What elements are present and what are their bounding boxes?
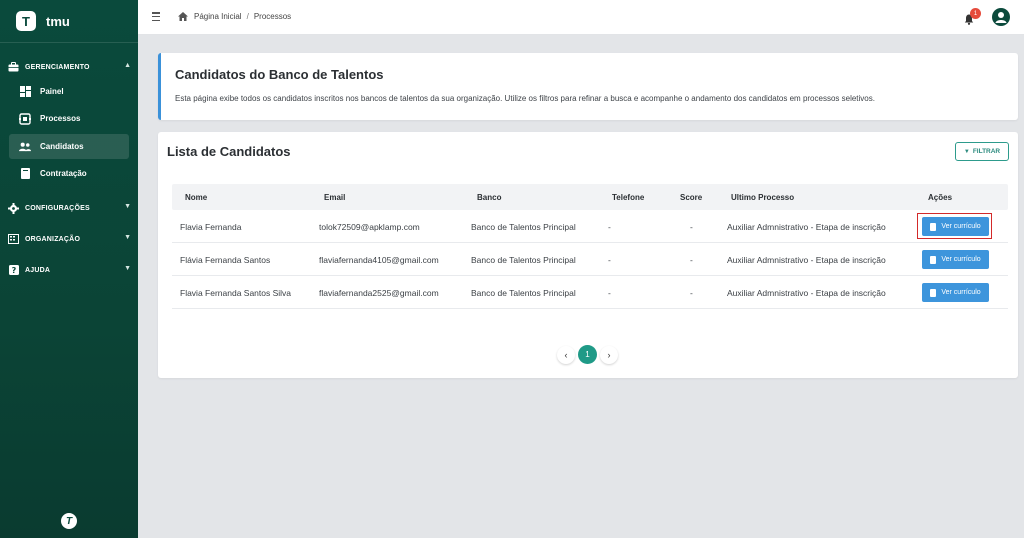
column-header-telefone: Telefone — [612, 193, 645, 202]
gear-icon — [8, 202, 19, 214]
pagination-page-current[interactable]: 1 — [578, 345, 597, 364]
breadcrumb: Página Inicial / Processos — [178, 12, 291, 21]
cell-score: - — [690, 255, 693, 265]
file-icon — [930, 288, 937, 297]
page-title: Candidatos do Banco de Talentos — [175, 67, 384, 82]
brand[interactable]: T tmu — [16, 10, 70, 32]
footer-logo: T — [61, 513, 77, 529]
chevron-down-icon: ▼ — [124, 265, 131, 272]
breadcrumb-separator: / — [246, 12, 249, 21]
candidates-card: Lista de Candidatos ▼ FILTRAR Nome Email… — [158, 132, 1018, 378]
cell-banco: Banco de Talentos Principal — [471, 288, 576, 298]
sidebar-item-label: Painel — [40, 87, 64, 96]
briefcase-icon — [8, 62, 19, 73]
sidebar-section-gerenciamento[interactable]: GERENCIAMENTO ▲ — [0, 57, 138, 77]
filter-button-label: FILTRAR — [972, 148, 1001, 155]
brand-logo: T — [16, 11, 36, 31]
chevron-down-icon: ▼ — [124, 234, 131, 241]
ver-curriculo-label: Ver currículo — [941, 223, 981, 230]
info-card: Candidatos do Banco de Talentos Esta pág… — [158, 53, 1018, 120]
users-icon — [19, 141, 31, 153]
ver-curriculo-label: Ver currículo — [941, 256, 981, 263]
sidebar-item-candidatos[interactable]: Candidatos — [9, 134, 129, 159]
sidebar-section-label: ORGANIZAÇÃO — [25, 235, 81, 243]
cell-email: flaviafernanda2525@gmail.com — [319, 288, 439, 298]
sidebar-item-label: Candidatos — [40, 142, 84, 151]
sidebar-item-label: Contratação — [40, 169, 87, 178]
sidebar-section-label: AJUDA — [25, 266, 51, 274]
sidebar-section-label: GERENCIAMENTO — [25, 63, 90, 71]
cell-processo: Auxiliar Admnistrativo - Etapa de inscri… — [727, 288, 886, 298]
cell-telefone: - — [608, 222, 611, 232]
user-icon — [995, 12, 1007, 23]
column-header-processo: Ultimo Processo — [731, 193, 795, 202]
cell-nome: Flavia Fernanda — [180, 222, 242, 232]
cell-processo: Auxiliar Admnistrativo - Etapa de inscri… — [727, 255, 886, 265]
sidebar-section-configuracoes[interactable]: CONFIGURAÇÕES ▼ — [0, 198, 138, 218]
sidebar-divider — [0, 42, 138, 43]
sidebar: T tmu GERENCIAMENTO ▲ Painel Processos C… — [0, 0, 138, 538]
building-icon — [8, 234, 19, 245]
breadcrumb-home[interactable]: Página Inicial — [194, 12, 242, 21]
cell-email: flaviafernanda4105@gmail.com — [319, 255, 439, 265]
sidebar-item-painel[interactable]: Painel — [9, 79, 129, 104]
column-header-banco: Banco — [477, 193, 502, 202]
brand-name: tmu — [46, 13, 70, 29]
column-header-acoes: Ações — [928, 193, 953, 202]
ver-curriculo-button[interactable]: Ver currículo — [922, 250, 989, 269]
ver-curriculo-label: Ver currículo — [941, 289, 981, 296]
table-row: Flavia Fernanda tolok72509@apklamp.com B… — [172, 210, 1008, 243]
page-description: Esta página exibe todos os candidatos in… — [175, 94, 875, 103]
cell-telefone: - — [608, 288, 611, 298]
filter-icon: ▼ — [963, 148, 970, 155]
cell-nome: Flavia Fernanda Santos Silva — [180, 288, 292, 298]
sidebar-item-processos[interactable]: Processos — [9, 106, 129, 131]
user-avatar[interactable] — [992, 8, 1010, 26]
dashboard-icon — [19, 86, 31, 98]
candidates-table: Nome Email Banco Telefone Score Ultimo P… — [172, 184, 1008, 309]
table-row: Flavia Fernanda Santos Silva flaviaferna… — [172, 276, 1008, 309]
cell-processo: Auxiliar Admnistrativo - Etapa de inscri… — [727, 222, 886, 232]
file-icon — [930, 222, 937, 231]
column-header-email: Email — [324, 193, 346, 202]
cell-score: - — [690, 222, 693, 232]
topbar: Página Inicial / Processos 1 — [138, 0, 1024, 35]
filter-button[interactable]: ▼ FILTRAR — [955, 142, 1009, 161]
sidebar-section-organizacao[interactable]: ORGANIZAÇÃO ▼ — [0, 229, 138, 249]
column-header-score: Score — [680, 193, 703, 202]
pagination-prev-button[interactable]: ‹ — [557, 345, 575, 364]
processes-icon — [19, 112, 31, 125]
cell-telefone: - — [608, 255, 611, 265]
pagination-next-button[interactable]: › — [600, 345, 618, 364]
table-row: Flávia Fernanda Santos flaviafernanda410… — [172, 243, 1008, 276]
help-icon: ? — [8, 265, 19, 276]
cell-score: - — [690, 288, 693, 298]
chevron-down-icon: ▼ — [124, 203, 131, 210]
breadcrumb-current: Processos — [253, 12, 292, 21]
cell-banco: Banco de Talentos Principal — [471, 222, 576, 232]
list-title: Lista de Candidatos — [167, 144, 291, 159]
sidebar-item-label: Processos — [40, 114, 81, 123]
sidebar-section-ajuda[interactable]: ? AJUDA ▼ — [0, 260, 138, 280]
file-icon — [930, 255, 937, 264]
pagination: ‹ 1 › — [557, 345, 618, 364]
home-icon[interactable] — [178, 12, 188, 21]
cell-nome: Flávia Fernanda Santos — [180, 255, 271, 265]
cell-banco: Banco de Talentos Principal — [471, 255, 576, 265]
menu-toggle-button[interactable] — [152, 12, 160, 21]
table-header: Nome Email Banco Telefone Score Ultimo P… — [172, 184, 1008, 210]
column-header-nome: Nome — [185, 193, 208, 202]
chevron-up-icon: ▲ — [124, 62, 131, 69]
ver-curriculo-button[interactable]: Ver currículo — [922, 283, 989, 302]
ver-curriculo-button[interactable]: Ver currículo — [922, 217, 989, 236]
cell-email: tolok72509@apklamp.com — [319, 222, 420, 232]
document-icon — [19, 168, 31, 180]
notification-badge: 1 — [970, 8, 981, 19]
sidebar-item-contratacao[interactable]: Contratação — [9, 161, 129, 186]
svg-text:?: ? — [11, 266, 16, 275]
sidebar-section-label: CONFIGURAÇÕES — [25, 204, 90, 212]
